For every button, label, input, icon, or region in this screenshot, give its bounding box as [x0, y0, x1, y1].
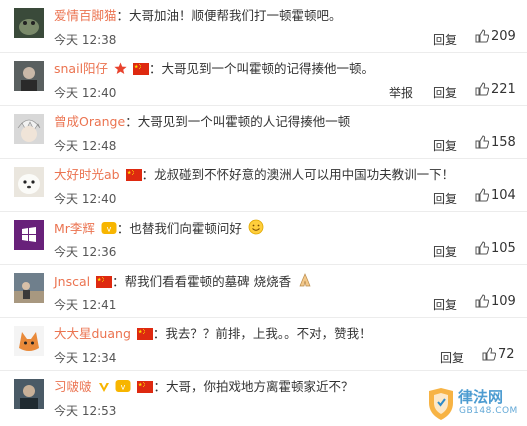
timestamp: 今天 12:38 [54, 33, 117, 47]
svg-text:v: v [107, 225, 112, 234]
comment-item: Mr李辉 v ：也替我们向霍顿问好 今天 12:36 回复 105 [0, 212, 527, 265]
comment-text: ：大哥加油！顺便帮我们打一顿霍顿吧。 [116, 8, 342, 23]
like-count: 109 [491, 294, 516, 309]
avatar[interactable] [14, 379, 44, 409]
like-count: 72 [498, 347, 515, 362]
like-count: 104 [491, 188, 516, 203]
username-link[interactable]: 爱情百脚猫 [54, 8, 117, 23]
avatar[interactable] [14, 61, 44, 91]
comment-item: snail阳仔 ：大哥见到一个叫霍顿的记得揍他一顿。 今天 12:40 举报 回… [0, 53, 527, 106]
thumbs-up-icon [475, 82, 489, 96]
like-button[interactable]: 104 [475, 188, 516, 203]
username-link[interactable]: 大好时光ab [54, 167, 120, 182]
reply-button[interactable]: 回复 [433, 31, 457, 48]
thumbs-up-icon [475, 241, 489, 255]
like-button[interactable]: 158 [475, 135, 516, 150]
china-flag-icon [137, 381, 154, 393]
username-link[interactable]: 大大星duang [54, 326, 131, 341]
username-link[interactable]: Jnscal [54, 274, 90, 289]
smile-emoji-icon [248, 219, 264, 235]
comment-text: ：大哥，你拍戏地方离霍顿家近不？ [153, 379, 354, 394]
comment-text: ：龙叔碰到不怀好意的澳洲人可以用中国功夫教训一下！ [141, 167, 455, 182]
avatar[interactable] [14, 167, 44, 197]
reply-button[interactable]: 回复 [440, 349, 464, 366]
vip-badge-icon: v [115, 380, 131, 392]
avatar[interactable] [14, 220, 44, 250]
reply-button[interactable]: 回复 [433, 137, 457, 154]
username-link[interactable]: snail阳仔 [54, 61, 108, 76]
comment-item: 曾成Orange：大哥见到一个叫霍顿的人记得揍他一顿 今天 12:48 回复 1… [0, 106, 527, 159]
timestamp: 今天 12:36 [54, 245, 117, 259]
china-flag-icon [125, 169, 142, 181]
thumbs-up-icon [475, 29, 489, 43]
comment-item: Jnscal ：帮我们看看霍顿的墓碑 烧烧香 今天 12:41 回复 109 [0, 265, 527, 318]
svg-text:v: v [121, 383, 126, 392]
china-flag-icon [96, 276, 113, 288]
like-count: 158 [491, 135, 516, 150]
praying-hands-emoji-icon [299, 273, 311, 287]
timestamp: 今天 12:34 [54, 351, 117, 365]
timestamp: 今天 12:41 [54, 298, 117, 312]
like-button[interactable]: 209 [475, 29, 516, 44]
like-count: 105 [491, 241, 516, 256]
like-button[interactable]: 72 [482, 347, 515, 362]
watermark-url: GB148.COM [459, 406, 518, 416]
vip-badge-icon: v [101, 222, 117, 234]
site-watermark: 律法网 GB148.COM [425, 386, 525, 422]
like-button[interactable]: 221 [475, 82, 516, 97]
like-button[interactable]: 109 [475, 294, 516, 309]
thumbs-up-icon [475, 135, 489, 149]
username-link[interactable]: 曾成Orange [54, 114, 125, 129]
like-count: 209 [491, 29, 516, 44]
thumbs-up-icon [475, 294, 489, 308]
verified-v-icon [98, 383, 109, 392]
reply-button[interactable]: 回复 [433, 243, 457, 260]
avatar[interactable] [14, 114, 44, 144]
comment-text: ：我去？？前排，上我。。不对，赞我！ [152, 326, 372, 341]
thumbs-up-icon [475, 188, 489, 202]
comment-item: 大大星duang ：我去？？前排，上我。。不对，赞我！ 今天 12:34 回复 … [0, 318, 527, 371]
comment-text: ：大哥见到一个叫霍顿的人记得揍他一顿 [125, 114, 351, 129]
reply-button[interactable]: 回复 [433, 84, 457, 101]
timestamp: 今天 12:53 [54, 404, 117, 418]
avatar[interactable] [14, 326, 44, 356]
timestamp: 今天 12:40 [54, 192, 117, 206]
reply-button[interactable]: 回复 [433, 190, 457, 207]
reply-button[interactable]: 回复 [433, 296, 457, 313]
star-badge-icon [114, 62, 127, 74]
timestamp: 今天 12:40 [54, 86, 117, 100]
username-link[interactable]: Mr李辉 [54, 221, 95, 236]
thumbs-up-icon [482, 347, 496, 361]
username-link[interactable]: 习啵啵 [54, 379, 92, 394]
report-button[interactable]: 举报 [389, 84, 413, 101]
avatar[interactable] [14, 8, 44, 38]
timestamp: 今天 12:48 [54, 139, 117, 153]
comment-text: ：帮我们看看霍顿的墓碑 烧烧香 [112, 274, 292, 289]
comment-item: 大好时光ab ：龙叔碰到不怀好意的澳洲人可以用中国功夫教训一下！ 今天 12:4… [0, 159, 527, 212]
avatar[interactable] [14, 273, 44, 303]
like-button[interactable]: 105 [475, 241, 516, 256]
comment-item: 爱情百脚猫：大哥加油！顺便帮我们打一顿霍顿吧。 今天 12:38 回复 209 [0, 0, 527, 53]
china-flag-icon [133, 63, 150, 75]
china-flag-icon [136, 328, 153, 340]
watermark-name: 律法网 [458, 388, 504, 406]
comment-text: ：也替我们向霍顿问好 [116, 221, 242, 236]
comment-text: ：大哥见到一个叫霍顿的记得揍他一顿。 [149, 61, 375, 76]
like-count: 221 [491, 82, 516, 97]
